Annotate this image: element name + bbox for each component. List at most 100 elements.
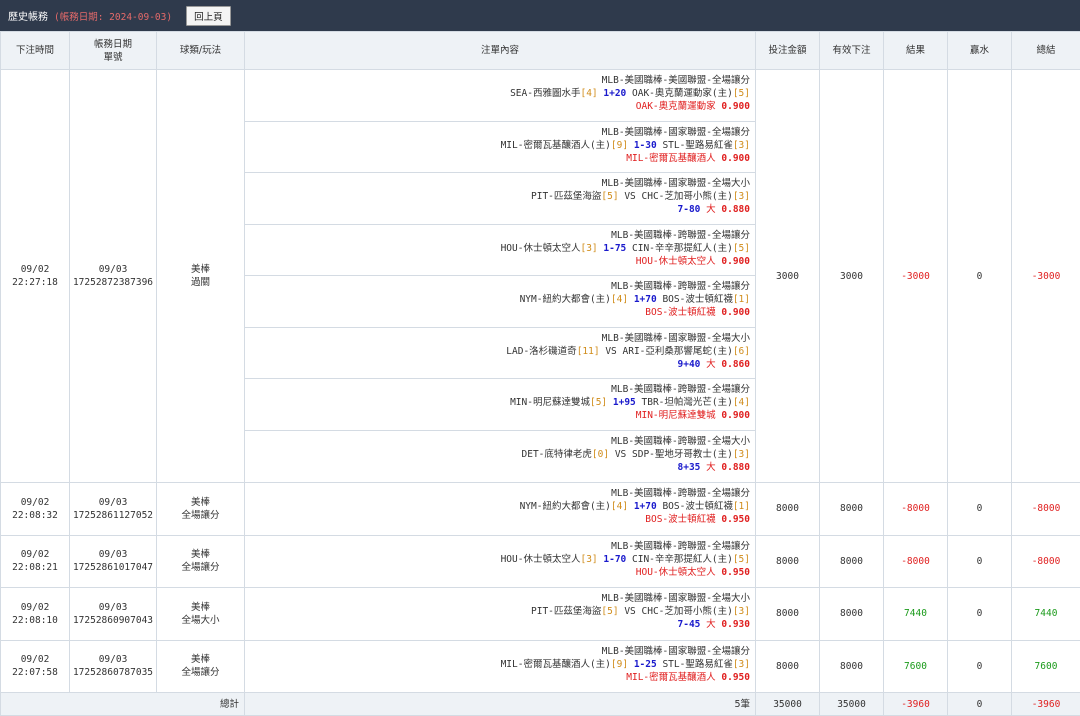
away-team: CIN-辛辛那提紅人(主) [632,554,733,565]
ticket-number: 17252872387396 [70,276,156,289]
sport-name: 美棒 [157,548,244,561]
home-team: HOU-休士頓太空人 [501,554,581,565]
pick-line: HOU-休士頓太空人 0.900 [245,255,750,268]
home-pitcher: [4] [611,501,628,512]
valid-bet: 8000 [820,588,884,641]
result: 7600 [884,640,948,693]
bet-content-cell: MLB-美國職棒-跨聯盟-全場讓分HOU-休士頓太空人[3] 1-70 CIN-… [245,535,756,588]
handicap: VS [615,449,626,460]
commission: 0 [948,535,1012,588]
bet-content-cell: MLB-美國職棒-國家聯盟-全場讓分MIL-密爾瓦基釀酒人(主)[9] 1-25… [245,640,756,693]
home-pitcher: [11] [577,346,600,357]
valid-bet: 8000 [820,483,884,536]
account-cell: 09/0317252861127052 [70,483,157,536]
away-team: TBR-坦帕灣光芒(主) [642,397,733,408]
total: -8000 [1012,483,1080,536]
ticket-number: 17252860907043 [70,614,156,627]
away-pitcher: [6] [733,346,750,357]
sport-name: 美棒 [157,601,244,614]
bet-time-cell: 09/0222:08:10 [1,588,70,641]
home-pitcher: [0] [592,449,609,460]
away-team: SDP-聖地牙哥教士(主) [632,449,733,460]
total-result: -3960 [884,693,948,716]
bet-row: 09/0222:08:3209/0317252861127052美棒全場讓分ML… [1,483,1080,536]
total-line: 8+35 [678,462,701,473]
sport-cell: 美棒全場讓分 [157,483,245,536]
play-type: 過關 [157,276,244,289]
bet-date: 09/02 [1,601,69,614]
bet-content-cell: MLB-美國職棒-跨聯盟-全場讓分NYM-紐約大都會(主)[4] 1+70 BO… [245,483,756,536]
valid-bet: 8000 [820,640,884,693]
handicap: 1-30 [634,140,657,151]
pick-line: BOS-波士頓紅襪 0.950 [245,513,750,526]
pick: MIL-密爾瓦基釀酒人 [626,672,715,683]
bet-time-cell: 09/0222:27:18 [1,70,70,483]
total: 7600 [1012,640,1080,693]
home-team: DET-底特律老虎 [522,449,592,460]
home-team: PIT-匹茲堡海盜 [531,191,601,202]
away-pitcher: [3] [733,191,750,202]
account-cell: 09/0317252861017047 [70,535,157,588]
col-total: 總結 [1012,32,1080,70]
back-button[interactable]: 回上頁 [186,6,231,26]
pick: BOS-波士頓紅襪 [645,307,715,318]
commission: 0 [948,640,1012,693]
account-cell: 09/0317252860787035 [70,640,157,693]
handicap: 1+70 [634,294,657,305]
handicap: VS [605,346,616,357]
sport-name: 美棒 [157,653,244,666]
away-pitcher: [5] [733,88,750,99]
league-line: MLB-美國職棒-跨聯盟-全場讓分 [245,487,750,500]
match-line: MIN-明尼蘇達雙城[5] 1+95 TBR-坦帕灣光芒(主)[4] [245,396,750,409]
pick-line: HOU-休士頓太空人 0.950 [245,566,750,579]
pick-line: 8+35 大 0.880 [245,461,750,474]
pick: 大 [706,359,716,370]
bet-row: 09/0222:08:2109/0317252861017047美棒全場讓分ML… [1,535,1080,588]
match-line: PIT-匹茲堡海盜[5] VS CHC-芝加哥小熊(主)[3] [245,605,750,618]
league-line: MLB-美國職棒-跨聯盟-全場讓分 [245,280,750,293]
col-result: 結果 [884,32,948,70]
bet-amount: 8000 [756,588,820,641]
bet-detail: MLB-美國職棒-國家聯盟-全場讓分MIL-密爾瓦基釀酒人(主)[9] 1-25… [245,641,755,693]
result: 7440 [884,588,948,641]
bet-detail: MLB-美國職棒-國家聯盟-全場大小PIT-匹茲堡海盜[5] VS CHC-芝加… [245,173,755,225]
play-type: 全場讓分 [157,509,244,522]
pick-line: 9+40 大 0.860 [245,358,750,371]
home-team: HOU-休士頓太空人 [501,243,581,254]
home-pitcher: [3] [580,243,597,254]
account-date-label: (帳務日期: 2024-09-03) [54,9,172,23]
handicap: VS [624,191,635,202]
play-type: 全場讓分 [157,666,244,679]
sport-cell: 美棒全場讓分 [157,640,245,693]
home-pitcher: [3] [580,554,597,565]
away-pitcher: [1] [733,501,750,512]
away-pitcher: [5] [733,243,750,254]
result: -3000 [884,70,948,483]
bet-time-cell: 09/0222:08:32 [1,483,70,536]
match-line: HOU-休士頓太空人[3] 1-70 CIN-辛辛那提紅人(主)[5] [245,553,750,566]
odds: 0.950 [721,567,750,578]
odds: 0.880 [721,462,750,473]
commission: 0 [948,588,1012,641]
account-date: 09/03 [70,601,156,614]
league-line: MLB-美國職棒-跨聯盟-全場讓分 [245,540,750,553]
col-bet-content: 注單內容 [245,32,756,70]
bet-detail: MLB-美國職棒-跨聯盟-全場讓分HOU-休士頓太空人[3] 1-75 CIN-… [245,225,755,277]
bet-time-cell: 09/0222:08:21 [1,535,70,588]
away-team: BOS-波士頓紅襪 [662,501,732,512]
odds: 0.900 [721,410,750,421]
bet-detail: MLB-美國職棒-跨聯盟-全場讓分NYM-紐約大都會(主)[4] 1+70 BO… [245,276,755,328]
account-date: 09/03 [70,653,156,666]
col-bet-amount: 投注金額 [756,32,820,70]
bet-amount: 3000 [756,70,820,483]
home-pitcher: [5] [601,191,618,202]
away-pitcher: [3] [733,606,750,617]
home-pitcher: [5] [590,397,607,408]
account-date: 09/03 [70,263,156,276]
result: -8000 [884,483,948,536]
pick: MIL-密爾瓦基釀酒人 [626,153,715,164]
top-bar: 歷史帳務 (帳務日期: 2024-09-03) 回上頁 [0,0,1080,31]
account-date: 09/03 [70,548,156,561]
match-line: NYM-紐約大都會(主)[4] 1+70 BOS-波士頓紅襪[1] [245,500,750,513]
pick-line: BOS-波士頓紅襪 0.900 [245,306,750,319]
